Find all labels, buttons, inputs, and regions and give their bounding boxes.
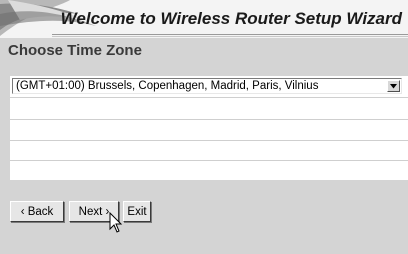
section-title: Choose Time Zone bbox=[8, 42, 142, 59]
wizard-title: Welcome to Wireless Router Setup Wizard bbox=[60, 9, 402, 28]
exit-button[interactable]: Exit bbox=[123, 201, 151, 222]
dropdown-button[interactable] bbox=[387, 80, 400, 92]
table-row-divider bbox=[10, 119, 408, 120]
table-row-divider bbox=[10, 140, 408, 141]
wizard-content-panel: Choose Time Zone (GMT+01:00) Brussels, C… bbox=[0, 38, 408, 254]
form-table: (GMT+01:00) Brussels, Copenhagen, Madrid… bbox=[10, 76, 408, 180]
header-divider bbox=[52, 34, 408, 35]
timezone-select[interactable]: (GMT+01:00) Brussels, Copenhagen, Madrid… bbox=[12, 78, 402, 94]
setup-wizard-window: Welcome to Wireless Router Setup Wizard … bbox=[0, 0, 408, 254]
header-divider-shadow bbox=[52, 36, 408, 37]
timezone-selected-value: (GMT+01:00) Brussels, Copenhagen, Madrid… bbox=[16, 80, 319, 92]
wizard-header: Welcome to Wireless Router Setup Wizard bbox=[0, 0, 408, 38]
mouse-pointer-icon bbox=[109, 212, 123, 233]
chevron-down-icon bbox=[390, 84, 397, 89]
back-button[interactable]: ‹ Back bbox=[10, 201, 64, 222]
table-row-divider bbox=[10, 160, 408, 161]
table-row-divider bbox=[10, 97, 408, 98]
